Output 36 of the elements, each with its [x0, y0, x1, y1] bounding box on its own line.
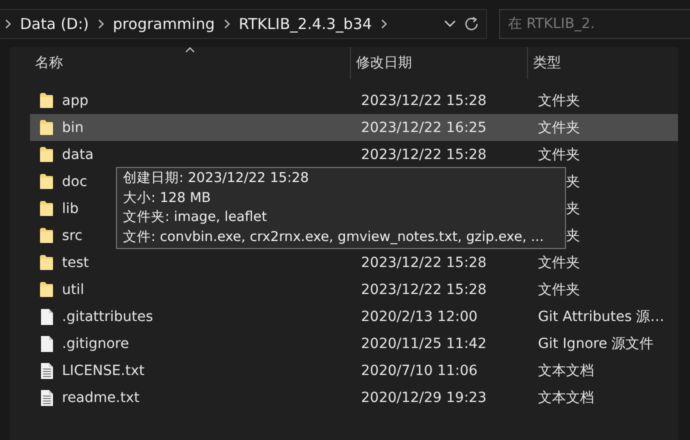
file-type: 文本文档	[538, 362, 594, 380]
file-name: app	[62, 92, 88, 108]
file-name: readme.txt	[62, 390, 140, 406]
file-name: src	[62, 228, 82, 244]
file-type: 文件夹	[538, 92, 580, 110]
file-type: Git Attributes 源…	[538, 308, 664, 326]
tooltip-line: 创建日期: 2023/12/22 15:28	[123, 169, 310, 188]
modified-date: 2023/12/22 15:28	[361, 254, 486, 270]
file-type: 文件夹	[538, 118, 580, 136]
file-type: 夹	[565, 172, 580, 190]
file-name: doc	[62, 174, 88, 190]
modified-date: 2023/12/22 15:28	[361, 92, 486, 108]
file-type: 文件夹	[538, 280, 580, 298]
file-name: util	[62, 282, 84, 298]
modified-date: 2023/12/22 15:28	[361, 146, 486, 162]
modified-date: 2023/12/22 16:25	[361, 120, 486, 136]
tooltip-line: 文件夹: image, leaflet	[123, 208, 268, 227]
modified-date: 2020/12/29 19:23	[361, 390, 486, 406]
file-name: lib	[62, 200, 79, 216]
file-type: 夹	[565, 200, 580, 218]
file-name: .gitignore	[62, 336, 129, 352]
file-type: 文件夹	[538, 146, 580, 164]
modified-date: 2023/12/22 15:28	[361, 282, 486, 298]
file-type: 文本文档	[538, 388, 594, 406]
file-type: 文件夹	[538, 254, 580, 272]
file-name: LICENSE.txt	[62, 362, 144, 378]
tooltip-line: 大小: 128 MB	[123, 188, 212, 208]
file-name: data	[62, 146, 94, 162]
file-type: Git Ignore 源文件	[538, 334, 654, 352]
modified-date: 2020/7/10 11:06	[361, 362, 478, 378]
tooltip-line: 文件: convbin.exe, crx2rnx.exe, gmview_notes.txt, gzip.exe, ...	[123, 228, 545, 246]
file-name: bin	[62, 120, 84, 136]
modified-date: 2020/2/13 12:00	[361, 308, 478, 324]
file-name: .gitattributes	[62, 308, 154, 324]
file-name: test	[62, 254, 89, 270]
modified-date: 2020/11/25 11:42	[361, 336, 486, 352]
